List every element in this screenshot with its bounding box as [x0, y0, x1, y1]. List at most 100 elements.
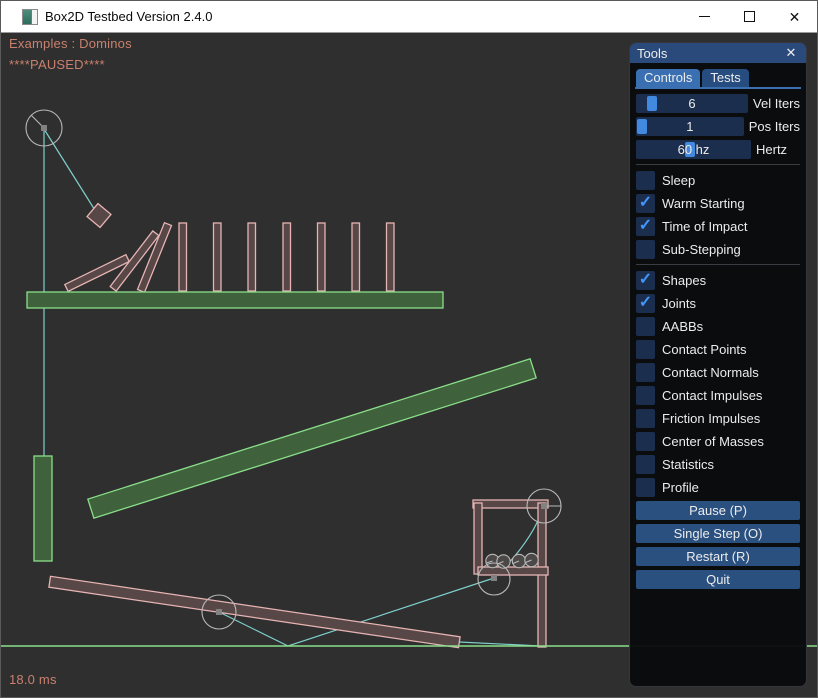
- tools-panel-titlebar[interactable]: Tools ✕: [630, 43, 806, 63]
- check-icon: ✓: [639, 218, 652, 234]
- checkbox-label: Warm Starting: [662, 196, 745, 211]
- hertz-slider[interactable]: 60 hz: [636, 140, 751, 159]
- tab-controls[interactable]: Controls: [636, 69, 700, 87]
- separator: [636, 164, 800, 165]
- checkbox-time-of-impact[interactable]: ✓ Time of Impact: [636, 217, 800, 236]
- domino: [248, 223, 256, 291]
- domino: [283, 223, 291, 291]
- domino: [179, 223, 187, 291]
- joint-anchor: [491, 575, 497, 581]
- checkbox-box: ✓: [636, 240, 655, 259]
- joint-line: [44, 129, 98, 215]
- checkbox-box: ✓: [636, 432, 655, 451]
- tab-tests[interactable]: Tests: [702, 69, 748, 87]
- checkbox-label: Center of Masses: [662, 434, 764, 449]
- tools-panel: Tools ✕ Controls Tests 6 Vel Iters 1: [629, 42, 807, 687]
- checkbox-box: ✓: [636, 271, 655, 290]
- vel-iters-slider[interactable]: 6: [636, 94, 748, 113]
- platform: [27, 292, 443, 308]
- cradle-shelf: [478, 567, 548, 575]
- quit-button[interactable]: Quit: [636, 570, 800, 589]
- tabbar-underline: [635, 87, 801, 89]
- domino: [214, 223, 222, 291]
- checkbox-box: ✓: [636, 478, 655, 497]
- checkbox-box: ✓: [636, 294, 655, 313]
- domino: [387, 223, 395, 291]
- checkbox-label: Time of Impact: [662, 219, 747, 234]
- checkbox-box: ✓: [636, 217, 655, 236]
- checkbox-sub-stepping[interactable]: ✓ Sub-Stepping: [636, 240, 800, 259]
- checkbox-box: ✓: [636, 409, 655, 428]
- pendulum-box: [87, 204, 111, 228]
- slider-label: Hertz: [756, 142, 787, 157]
- ramp: [88, 359, 536, 518]
- app-window: Box2D Testbed Version 2.4.0 ✕: [0, 0, 818, 698]
- checkbox-center-of-masses[interactable]: ✓ Center of Masses: [636, 432, 800, 451]
- panel-close-button[interactable]: ✕: [783, 45, 799, 61]
- checkbox-aabbs[interactable]: ✓ AABBs: [636, 317, 800, 336]
- checkbox-box: ✓: [636, 455, 655, 474]
- checkbox-contact-normals[interactable]: ✓ Contact Normals: [636, 363, 800, 382]
- checkbox-joints[interactable]: ✓ Joints: [636, 294, 800, 313]
- vertical-column: [34, 456, 52, 561]
- checkbox-label: Joints: [662, 296, 696, 311]
- checkbox-label: Contact Points: [662, 342, 747, 357]
- close-button[interactable]: ✕: [772, 1, 817, 32]
- joint-anchor: [216, 609, 222, 615]
- checkbox-box: ✓: [636, 317, 655, 336]
- checkbox-sleep[interactable]: ✓ Sleep: [636, 171, 800, 190]
- checkbox-label: Contact Normals: [662, 365, 759, 380]
- checkbox-box: ✓: [636, 171, 655, 190]
- checkbox-label: Profile: [662, 480, 699, 495]
- tools-panel-title: Tools: [637, 46, 783, 61]
- app-icon: [22, 9, 38, 25]
- checkbox-box: ✓: [636, 363, 655, 382]
- checkbox-profile[interactable]: ✓ Profile: [636, 478, 800, 497]
- window-title: Box2D Testbed Version 2.4.0: [45, 9, 212, 24]
- checkbox-label: Shapes: [662, 273, 706, 288]
- checkbox-contact-points[interactable]: ✓ Contact Points: [636, 340, 800, 359]
- hertz-row: 60 hz Hertz: [636, 140, 800, 159]
- checkbox-box: ✓: [636, 340, 655, 359]
- pos-iters-row: 1 Pos Iters: [636, 117, 800, 136]
- checkbox-friction-impulses[interactable]: ✓ Friction Impulses: [636, 409, 800, 428]
- pause-button[interactable]: Pause (P): [636, 501, 800, 520]
- titlebar: Box2D Testbed Version 2.4.0 ✕: [1, 1, 817, 33]
- slider-value: 60 hz: [636, 140, 751, 159]
- check-icon: ✓: [639, 272, 652, 288]
- joint-anchor: [41, 125, 47, 131]
- frame-time-label: 18.0 ms: [9, 672, 57, 687]
- tabbar: Controls Tests: [636, 69, 800, 87]
- checkbox-label: Friction Impulses: [662, 411, 760, 426]
- checkbox-warm-starting[interactable]: ✓ Warm Starting: [636, 194, 800, 213]
- minimize-button[interactable]: [682, 1, 727, 32]
- pos-iters-slider[interactable]: 1: [636, 117, 744, 136]
- checkbox-box: ✓: [636, 194, 655, 213]
- checkbox-label: Sub-Stepping: [662, 242, 741, 257]
- checkbox-contact-impulses[interactable]: ✓ Contact Impulses: [636, 386, 800, 405]
- checkbox-label: Contact Impulses: [662, 388, 762, 403]
- checkbox-box: ✓: [636, 386, 655, 405]
- checkbox-statistics[interactable]: ✓ Statistics: [636, 455, 800, 474]
- domino: [318, 223, 326, 291]
- example-label: Examples : Dominos: [9, 36, 132, 51]
- joint-anchor: [541, 503, 547, 509]
- slider-value: 1: [636, 117, 744, 136]
- domino: [352, 223, 360, 291]
- check-icon: ✓: [639, 195, 652, 211]
- cradle-top-beam: [473, 500, 548, 508]
- seesaw-plank: [49, 576, 460, 647]
- slider-label: Pos Iters: [749, 119, 800, 134]
- check-icon: ✓: [639, 295, 652, 311]
- minimize-icon: [699, 16, 710, 17]
- close-icon: ✕: [789, 10, 801, 24]
- maximize-button[interactable]: [727, 1, 772, 32]
- restart-button[interactable]: Restart (R): [636, 547, 800, 566]
- cradle-left-post: [474, 503, 482, 574]
- single-step-button[interactable]: Single Step (O): [636, 524, 800, 543]
- paused-label: ****PAUSED****: [9, 57, 105, 72]
- maximize-icon: [744, 11, 755, 22]
- slider-label: Vel Iters: [753, 96, 800, 111]
- checkbox-shapes[interactable]: ✓ Shapes: [636, 271, 800, 290]
- checkbox-label: Statistics: [662, 457, 714, 472]
